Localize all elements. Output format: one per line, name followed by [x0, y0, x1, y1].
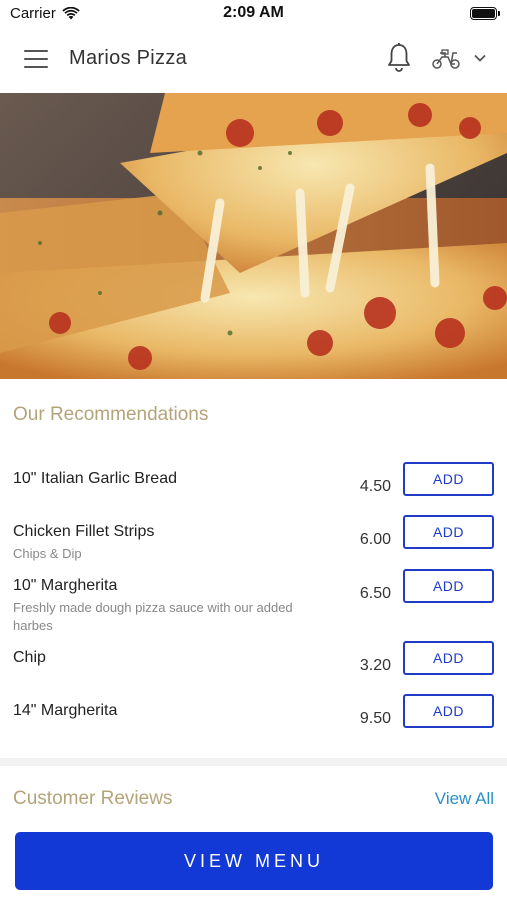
- menu-item-row: 10" Margherita Freshly made dough pizza …: [0, 569, 507, 633]
- battery-icon: [470, 7, 500, 20]
- add-button[interactable]: ADD: [403, 641, 494, 675]
- add-button[interactable]: ADD: [403, 515, 494, 549]
- item-name: 10" Margherita: [13, 577, 118, 594]
- item-name: 14" Margherita: [13, 702, 118, 719]
- item-price: 4.50: [359, 478, 391, 495]
- view-all-reviews-link[interactable]: View All: [435, 789, 494, 809]
- item-description: Freshly made dough pizza sauce with our …: [13, 600, 293, 633]
- page-title: Marios Pizza: [69, 47, 188, 69]
- item-price: 6.50: [359, 585, 391, 602]
- hero-pizza-image: [0, 93, 507, 379]
- menu-item-row: Chip 3.20 ADD: [0, 641, 507, 699]
- status-time: 2:09 AM: [223, 4, 284, 21]
- add-button[interactable]: ADD: [403, 462, 494, 496]
- view-menu-button[interactable]: VIEW MENU: [15, 832, 493, 890]
- recommendations-title: Our Recommendations: [13, 404, 209, 425]
- item-price: 6.00: [359, 531, 391, 548]
- item-price: 3.20: [359, 657, 391, 674]
- menu-item-row: Chicken Fillet Strips Chips & Dip 6.00 A…: [0, 515, 507, 573]
- item-description: Chips & Dip: [13, 546, 82, 561]
- app-header: Marios Pizza: [0, 26, 507, 93]
- reviews-title: Customer Reviews: [13, 788, 173, 809]
- chevron-down-icon[interactable]: [473, 52, 487, 64]
- add-button[interactable]: ADD: [403, 569, 494, 603]
- item-name: Chicken Fillet Strips: [13, 523, 155, 540]
- pizza-image: [0, 93, 507, 379]
- status-bar: Carrier 2:09 AM: [0, 0, 507, 26]
- menu-item-row: 10" Italian Garlic Bread 4.50 ADD: [0, 462, 507, 520]
- item-name: Chip: [13, 649, 46, 666]
- item-price: 9.50: [359, 710, 391, 727]
- add-button[interactable]: ADD: [403, 694, 494, 728]
- bell-icon[interactable]: [386, 42, 412, 74]
- section-divider: [0, 758, 507, 766]
- delivery-scooter-icon[interactable]: [431, 48, 461, 70]
- menu-item-row: 14" Margherita 9.50 ADD: [0, 694, 507, 752]
- item-name: 10" Italian Garlic Bread: [13, 470, 177, 487]
- menu-icon[interactable]: [24, 50, 48, 68]
